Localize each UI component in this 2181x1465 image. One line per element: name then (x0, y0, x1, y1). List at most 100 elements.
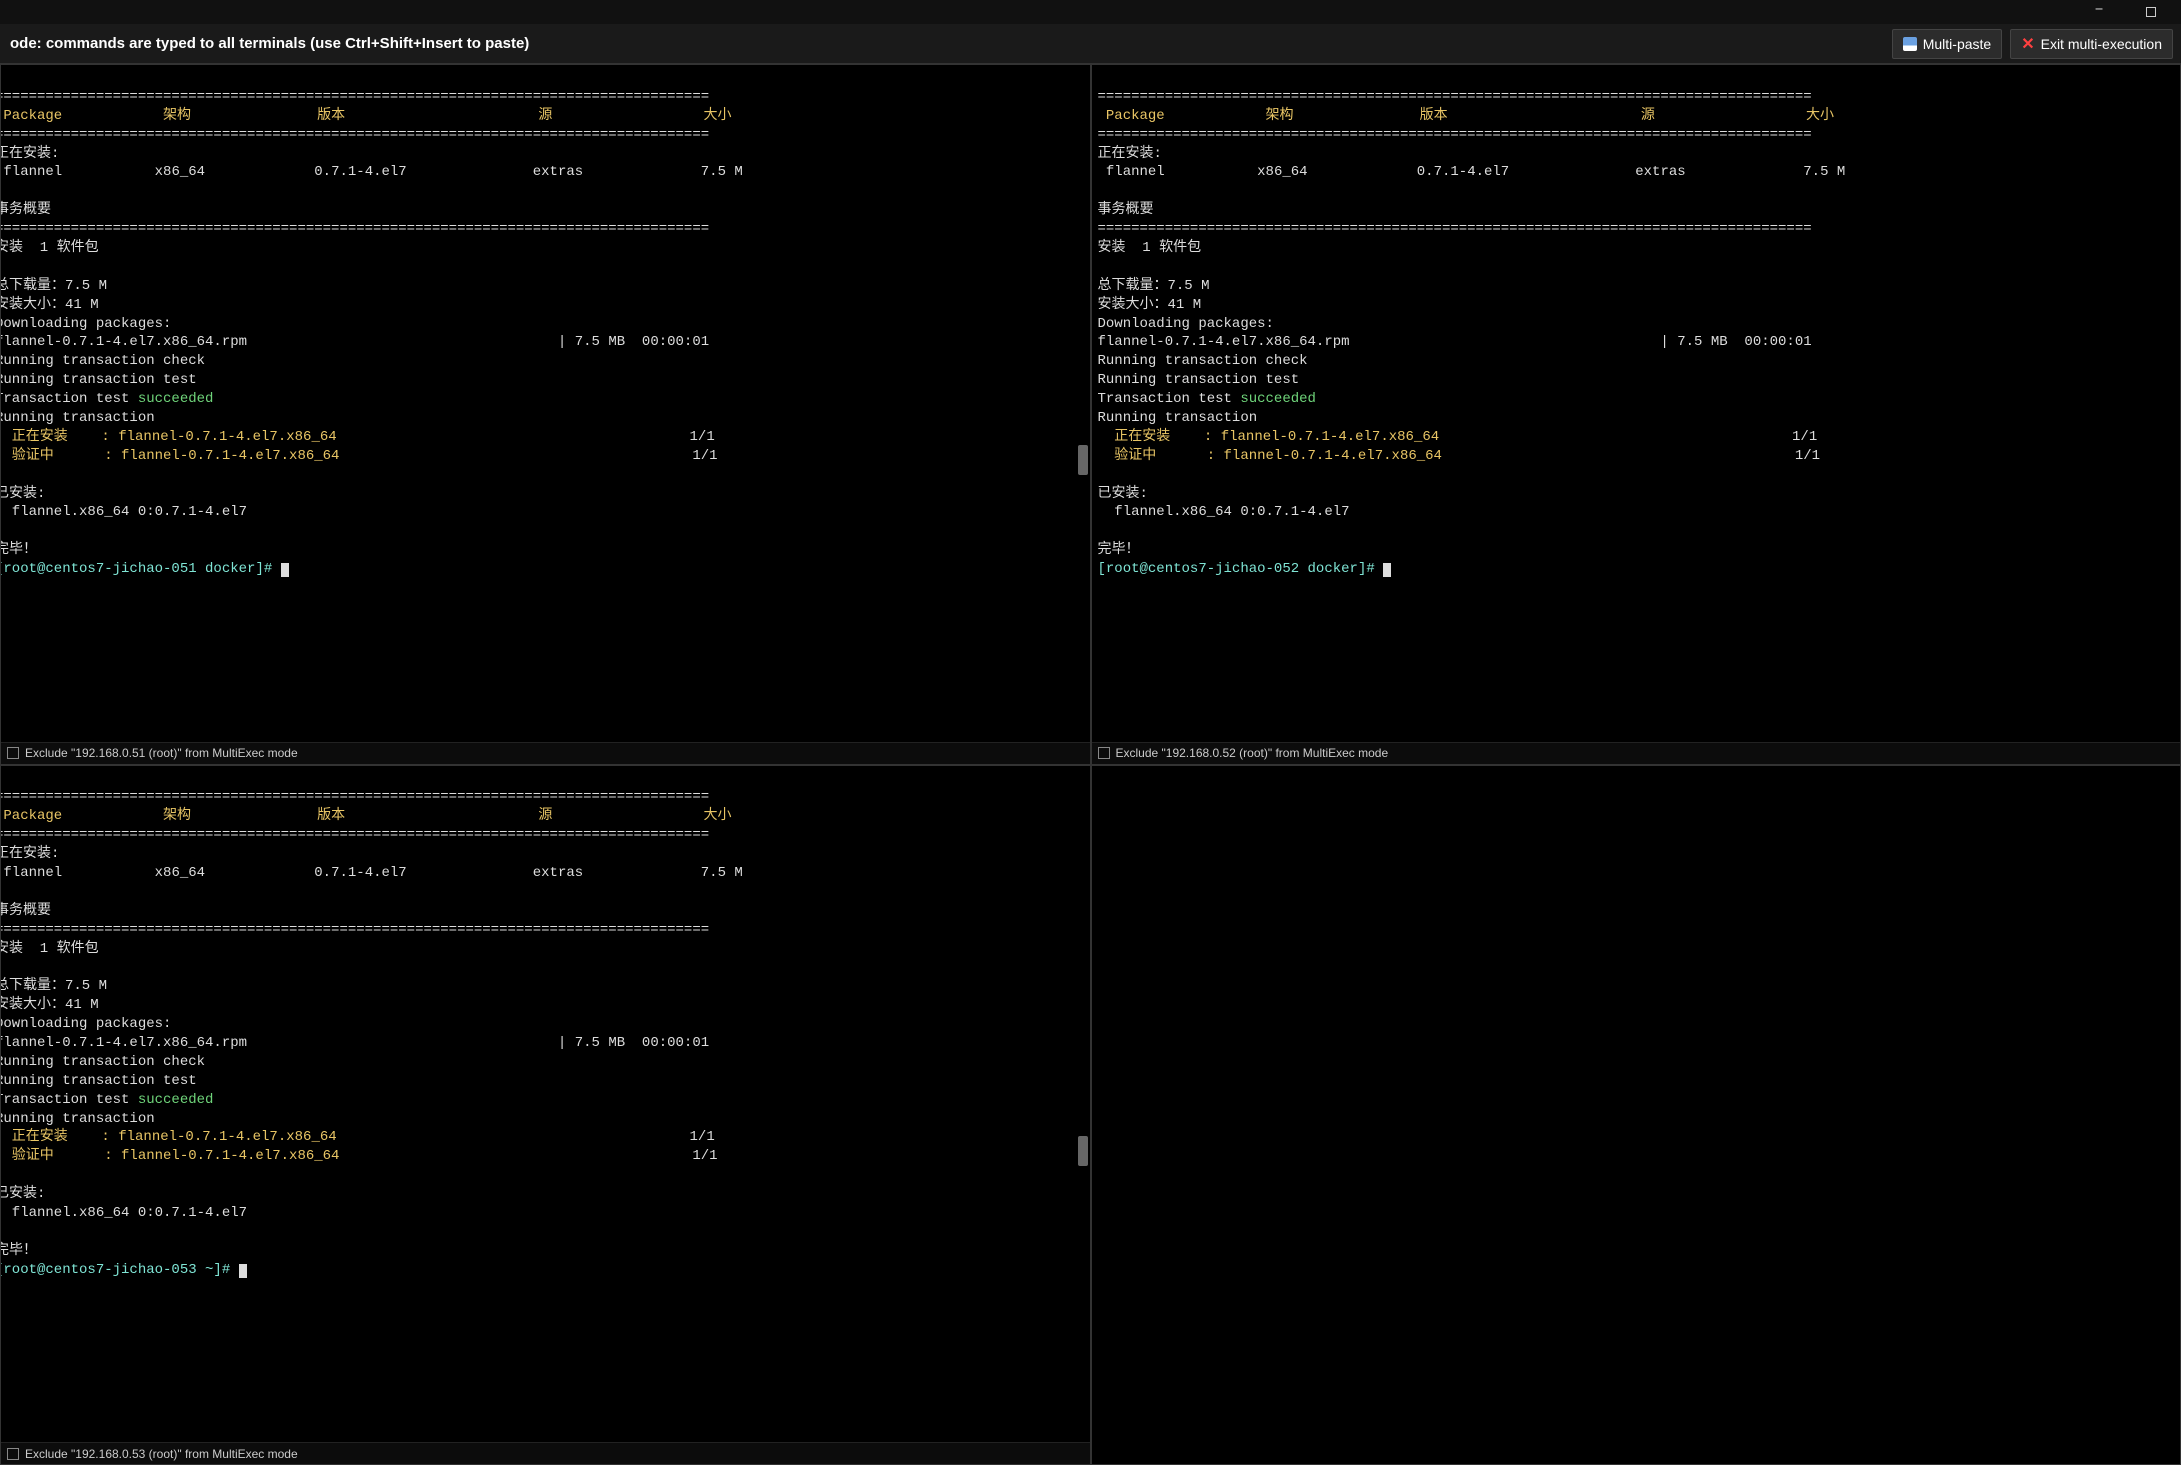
pkg-repo: extras (533, 865, 583, 881)
dl-pkgs: Downloading packages: (0, 316, 171, 332)
scrollbar-thumb[interactable] (1078, 445, 1088, 475)
run-check: Running transaction check (1098, 353, 1308, 369)
install-count: 安装 1 软件包 (0, 240, 99, 256)
installed-pkg: flannel.x86_64 0:0.7.1-4.el7 (1098, 504, 1350, 520)
col-repo: 源 (1641, 108, 1655, 124)
exclude-label-051: Exclude "192.168.0.51 (root)" from Multi… (25, 746, 298, 760)
col-version: 版本 (317, 808, 345, 824)
run-test: Running transaction test (1098, 372, 1300, 388)
pkg-version: 0.7.1-4.el7 (314, 164, 406, 180)
run-txn: Running transaction (0, 410, 155, 426)
col-arch: 架构 (163, 808, 191, 824)
progress: 1/1 (692, 1148, 717, 1164)
pane-footer-053: Exclude "192.168.0.53 (root)" from Multi… (1, 1442, 1090, 1464)
install-count: 安装 1 软件包 (1098, 240, 1202, 256)
cursor (281, 563, 289, 577)
txn-test: Transaction test (1098, 391, 1241, 407)
pkg-name: flannel (0, 865, 62, 881)
pkg-size: 7.5 M (1803, 164, 1845, 180)
exclude-label-053: Exclude "192.168.0.53 (root)" from Multi… (25, 1447, 298, 1461)
sep: ========================================… (0, 827, 709, 843)
maximize-button[interactable] (2141, 4, 2161, 20)
cursor (239, 1264, 247, 1278)
installed-pkg: flannel.x86_64 0:0.7.1-4.el7 (0, 1205, 247, 1221)
minimize-button[interactable] (2089, 4, 2109, 20)
total-dl: 总下载量：7.5 M (0, 978, 107, 994)
col-version: 版本 (1420, 108, 1448, 124)
txn-test: Transaction test (0, 1092, 138, 1108)
install-size: 安装大小：41 M (0, 297, 99, 313)
progress: 1/1 (690, 1129, 715, 1145)
exclude-checkbox-051[interactable] (7, 747, 19, 759)
multi-exec-toolbar: ode: commands are typed to all terminals… (0, 24, 2181, 64)
installed-hdr: 已安装: (0, 1186, 45, 1202)
prompt: [root@centos7-jichao-053 ~]# (0, 1262, 239, 1278)
col-size: 大小 (704, 808, 732, 824)
install-size: 安装大小：41 M (0, 997, 99, 1013)
install-count: 安装 1 软件包 (0, 941, 99, 957)
progress: 1/1 (1792, 429, 1817, 445)
multi-paste-button[interactable]: Multi-paste (1892, 29, 2002, 59)
pkg-name: flannel (1098, 164, 1165, 180)
sep: ========================================… (1098, 89, 1812, 105)
terminal-grid: ========================================… (0, 64, 2181, 1465)
installed-pkg: flannel.x86_64 0:0.7.1-4.el7 (0, 504, 247, 520)
summary: 事务概要 (1098, 202, 1154, 218)
pkg-arch: x86_64 (155, 164, 205, 180)
pkg-repo: extras (533, 164, 583, 180)
exclude-checkbox-052[interactable] (1098, 747, 1110, 759)
pane-footer-051: Exclude "192.168.0.51 (root)" from Multi… (1, 742, 1090, 764)
pkg-arch: x86_64 (155, 865, 205, 881)
terminal-pane-053: ========================================… (0, 765, 1091, 1465)
install-size: 安装大小：41 M (1098, 297, 1202, 313)
pkg-size: 7.5 M (701, 865, 743, 881)
run-check: Running transaction check (0, 353, 205, 369)
terminal-output-052[interactable]: ========================================… (1092, 65, 2181, 742)
pkg-name: flannel (0, 164, 62, 180)
scrollbar-thumb[interactable] (1078, 1136, 1088, 1166)
col-arch: 架构 (163, 108, 191, 124)
succeeded: succeeded (1240, 391, 1316, 407)
col-package: Package (0, 808, 62, 824)
installed-hdr: 已安装: (1098, 486, 1148, 502)
terminal-pane-052: ========================================… (1091, 64, 2181, 765)
run-check: Running transaction check (0, 1054, 205, 1070)
inst-line: 正在安装 : flannel-0.7.1-4.el7.x86_64 (0, 1129, 337, 1145)
exit-multi-exec-button[interactable]: ✕ Exit multi-execution (2010, 29, 2173, 59)
verify-line: 验证中 : flannel-0.7.1-4.el7.x86_64 (0, 1148, 339, 1164)
rpm-stat: | 7.5 MB 00:00:01 (558, 1035, 709, 1051)
pkg-size: 7.5 M (701, 164, 743, 180)
exclude-checkbox-053[interactable] (7, 1448, 19, 1460)
rpm-stat: | 7.5 MB 00:00:01 (558, 334, 709, 350)
col-size: 大小 (704, 108, 732, 124)
installing-hdr: 正在安装: (0, 846, 59, 862)
window-titlebar (0, 0, 2181, 24)
run-test: Running transaction test (0, 1073, 197, 1089)
rpm-line: flannel-0.7.1-4.el7.x86_64.rpm (0, 334, 247, 350)
terminal-output-051[interactable]: ========================================… (0, 65, 1090, 742)
run-txn: Running transaction (0, 1111, 155, 1127)
summary: 事务概要 (0, 202, 51, 218)
installed-hdr: 已安装: (0, 486, 45, 502)
sep: ========================================… (0, 922, 709, 938)
sep: ========================================… (1098, 127, 1812, 143)
rpm-stat: | 7.5 MB 00:00:01 (1660, 334, 1811, 350)
pane-footer-052: Exclude "192.168.0.52 (root)" from Multi… (1092, 742, 2181, 764)
col-arch: 架构 (1266, 108, 1294, 124)
maximize-icon (2146, 7, 2156, 17)
minimize-icon (2094, 3, 2104, 21)
sep: ========================================… (1098, 221, 1812, 237)
total-dl: 总下载量：7.5 M (0, 278, 107, 294)
installing-hdr: 正在安装: (0, 146, 59, 162)
col-size: 大小 (1806, 108, 1834, 124)
sep: ========================================… (0, 221, 709, 237)
col-repo: 源 (538, 808, 552, 824)
terminal-output-053[interactable]: ========================================… (0, 766, 1090, 1443)
prompt: [root@centos7-jichao-052 docker]# (1098, 561, 1384, 577)
complete: 完毕！ (0, 1243, 37, 1259)
pkg-version: 0.7.1-4.el7 (314, 865, 406, 881)
terminal-pane-empty (1091, 765, 2181, 1465)
sep: ========================================… (0, 127, 709, 143)
multi-paste-label: Multi-paste (1923, 36, 1991, 52)
inst-line: 正在安装 : flannel-0.7.1-4.el7.x86_64 (1098, 429, 1440, 445)
